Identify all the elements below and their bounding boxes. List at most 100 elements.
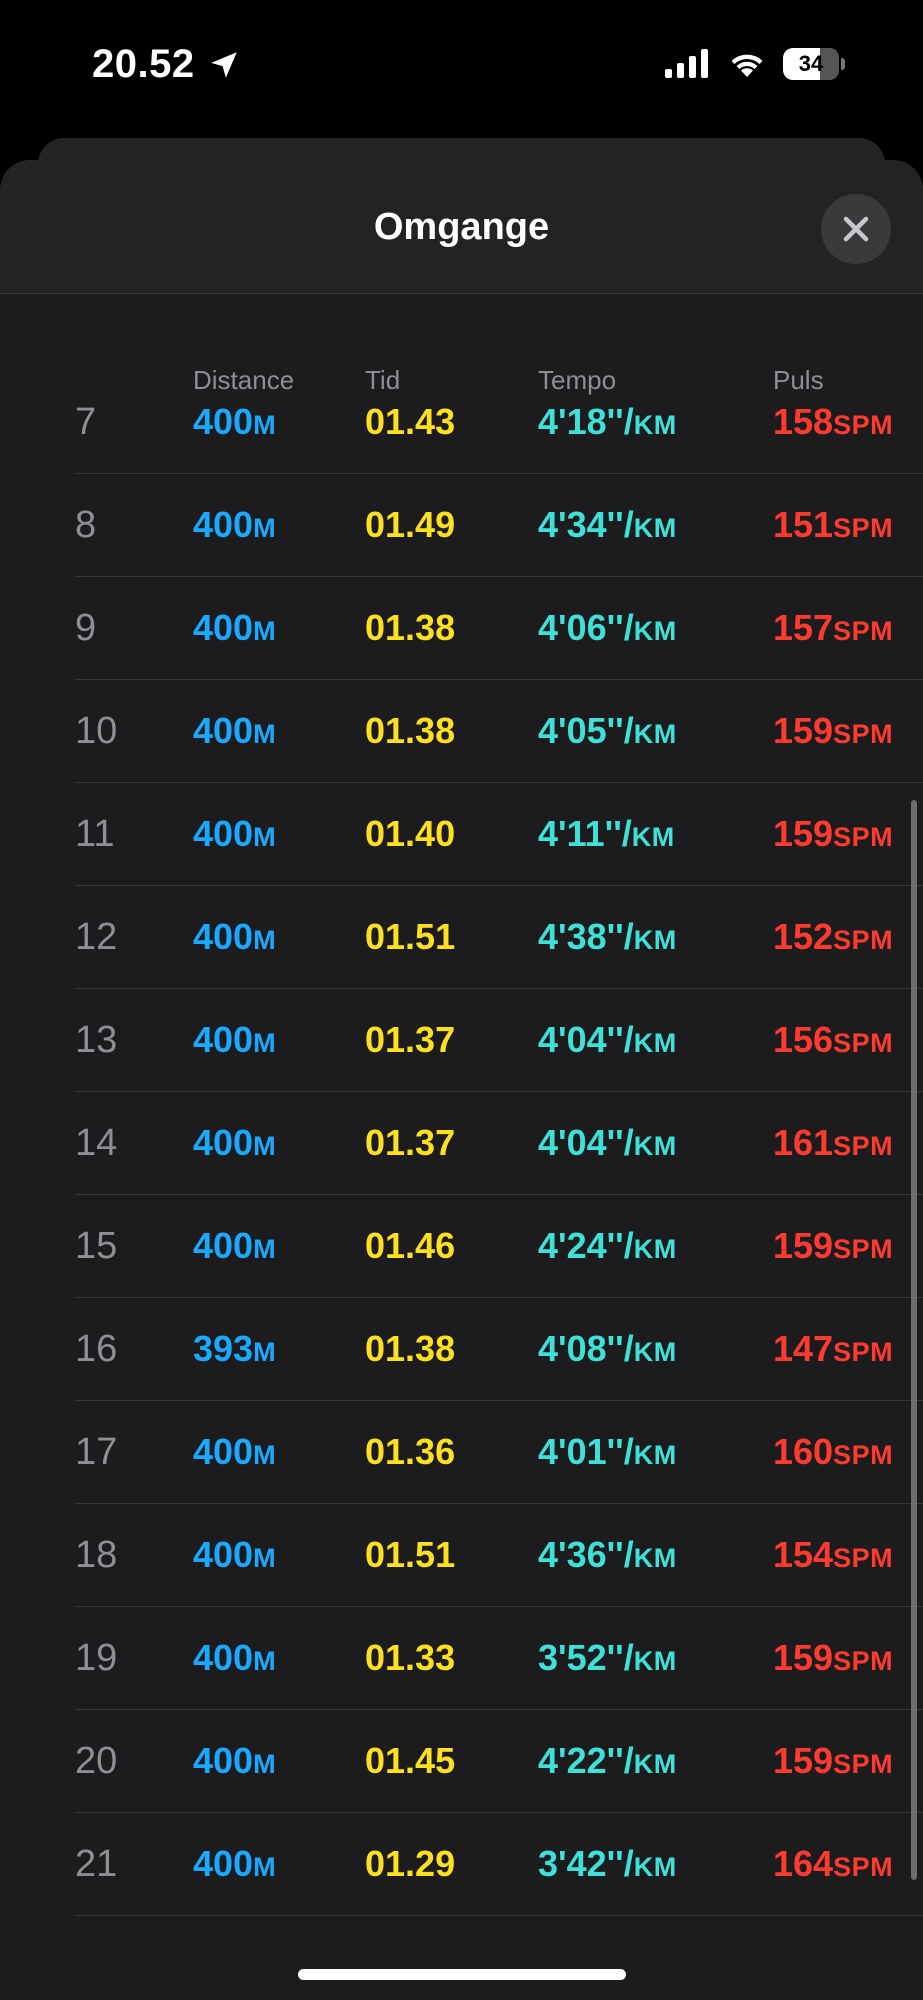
lap-distance-unit: M xyxy=(253,616,277,646)
lap-pace-value: 4'11''/ xyxy=(538,813,632,854)
lap-number: 7 xyxy=(75,401,97,443)
lap-pace-value: 4'04''/ xyxy=(538,1019,634,1060)
lap-distance-value: 400 xyxy=(193,1431,254,1472)
wifi-icon xyxy=(731,54,763,77)
sheet-title: Omgange xyxy=(373,206,550,248)
lap-distance: 400M xyxy=(193,607,276,649)
lap-heart-rate-unit: SPM xyxy=(833,1749,894,1779)
lap-pace-unit: KM xyxy=(633,1131,677,1161)
lap-pace-value: 4'08''/ xyxy=(538,1328,634,1369)
lap-number: 14 xyxy=(75,1122,118,1164)
lap-heart-rate: 161SPM xyxy=(773,1122,893,1164)
header-tempo: Tempo xyxy=(538,365,617,395)
lap-pace: 4'04''/KM xyxy=(538,1122,677,1164)
lap-pace-value: 4'06''/ xyxy=(538,607,634,648)
lap-distance-value: 400 xyxy=(193,1225,254,1266)
lap-pace: 4'18''/KM xyxy=(538,401,677,443)
lap-heart-rate: 159SPM xyxy=(773,1637,893,1679)
lap-pace: 4'08''/KM xyxy=(538,1328,677,1370)
lap-heart-rate-value: 164 xyxy=(773,1843,834,1884)
lap-number: 13 xyxy=(75,1019,118,1061)
location-arrow-icon xyxy=(210,51,237,78)
lap-pace-unit: KM xyxy=(633,410,677,440)
lap-heart-rate-unit: SPM xyxy=(833,1337,894,1367)
lap-row: 18 400M 01.51 4'36''/KM 154SPM xyxy=(75,1504,923,1607)
lap-heart-rate: 159SPM xyxy=(773,813,893,855)
lap-distance: 400M xyxy=(193,1122,276,1164)
lap-time: 01.51 xyxy=(365,916,456,957)
lap-distance: 400M xyxy=(193,1740,276,1782)
lap-pace-value: 4'36''/ xyxy=(538,1534,634,1575)
battery-body: 34 xyxy=(783,48,839,80)
lap-number: 9 xyxy=(75,607,97,649)
lap-distance: 400M xyxy=(193,710,276,752)
lap-heart-rate-value: 159 xyxy=(773,1637,834,1678)
lap-pace-value: 4'24''/ xyxy=(538,1225,634,1266)
lap-distance-unit: M xyxy=(253,1131,277,1161)
lap-row: 8 400M 01.49 4'34''/KM 151SPM xyxy=(75,474,923,577)
lap-pace: 4'24''/KM xyxy=(538,1225,677,1267)
lap-heart-rate-value: 156 xyxy=(773,1019,834,1060)
battery-cap xyxy=(841,58,845,70)
lap-distance-value: 400 xyxy=(193,1637,254,1678)
lap-number: 15 xyxy=(75,1225,118,1267)
lap-distance-value: 400 xyxy=(193,710,254,751)
lap-time: 01.38 xyxy=(365,710,456,751)
lap-number: 11 xyxy=(75,813,115,855)
lap-distance: 400M xyxy=(193,1019,276,1061)
lap-number: 16 xyxy=(75,1328,118,1370)
status-time: 20.52 xyxy=(92,42,195,86)
lap-row: 15 400M 01.46 4'24''/KM 159SPM xyxy=(75,1195,923,1298)
lap-number: 10 xyxy=(75,710,118,752)
lap-pace-unit: KM xyxy=(633,925,677,955)
lap-number: 21 xyxy=(75,1843,118,1885)
lap-distance-value: 400 xyxy=(193,1740,254,1781)
lap-pace-unit: KM xyxy=(633,616,677,646)
lap-heart-rate-value: 157 xyxy=(773,607,834,648)
lap-distance-unit: M xyxy=(253,719,277,749)
lap-distance-value: 400 xyxy=(193,813,254,854)
lap-distance: 400M xyxy=(193,1637,276,1679)
header-tid: Tid xyxy=(365,365,401,395)
lap-number: 8 xyxy=(75,504,97,546)
lap-time: 01.43 xyxy=(365,401,456,442)
lap-distance: 400M xyxy=(193,916,276,958)
scroll-indicator[interactable] xyxy=(911,800,917,1880)
lap-distance: 400M xyxy=(193,1534,276,1576)
lap-pace-unit: KM xyxy=(633,1852,677,1882)
lap-number: 20 xyxy=(75,1740,118,1782)
lap-distance-value: 400 xyxy=(193,1019,254,1060)
home-indicator[interactable] xyxy=(298,1969,626,1980)
lap-pace: 3'42''/KM xyxy=(538,1843,677,1885)
lap-pace: 4'36''/KM xyxy=(538,1534,677,1576)
lap-distance-unit: M xyxy=(253,822,277,852)
lap-time: 01.51 xyxy=(365,1534,456,1575)
status-time-group: 20.52 xyxy=(92,42,241,87)
lap-distance: 400M xyxy=(193,813,276,855)
lap-distance-value: 400 xyxy=(193,1122,254,1163)
status-icons: 34 xyxy=(663,48,845,80)
lap-distance-unit: M xyxy=(253,1028,277,1058)
lap-pace: 4'38''/KM xyxy=(538,916,677,958)
lap-row: 13 400M 01.37 4'04''/KM 156SPM xyxy=(75,989,923,1092)
lap-pace-value: 3'52''/ xyxy=(538,1637,634,1678)
lap-heart-rate-unit: SPM xyxy=(833,925,894,955)
lap-heart-rate-unit: SPM xyxy=(833,1131,894,1161)
lap-heart-rate: 158SPM xyxy=(773,401,893,443)
lap-heart-rate-unit: SPM xyxy=(833,1028,894,1058)
lap-distance: 400M xyxy=(193,401,276,443)
lap-time: 01.45 xyxy=(365,1740,456,1781)
lap-pace: 4'11''/KM xyxy=(538,813,675,855)
lap-distance: 393M xyxy=(193,1328,276,1370)
lap-row: 11 400M 01.40 4'11''/KM 159SPM xyxy=(75,783,923,886)
lap-heart-rate: 159SPM xyxy=(773,710,893,752)
lap-pace-value: 4'34''/ xyxy=(538,504,634,545)
lap-heart-rate: 154SPM xyxy=(773,1534,893,1576)
lap-heart-rate: 157SPM xyxy=(773,607,893,649)
lap-row: 16 393M 01.38 4'08''/KM 147SPM xyxy=(75,1298,923,1401)
battery-level: 34 xyxy=(798,51,824,76)
battery-icon: 34 xyxy=(783,48,845,80)
cellular-signal-icon xyxy=(665,49,708,78)
lap-pace-value: 4'22''/ xyxy=(538,1740,634,1781)
close-button[interactable] xyxy=(821,194,891,264)
